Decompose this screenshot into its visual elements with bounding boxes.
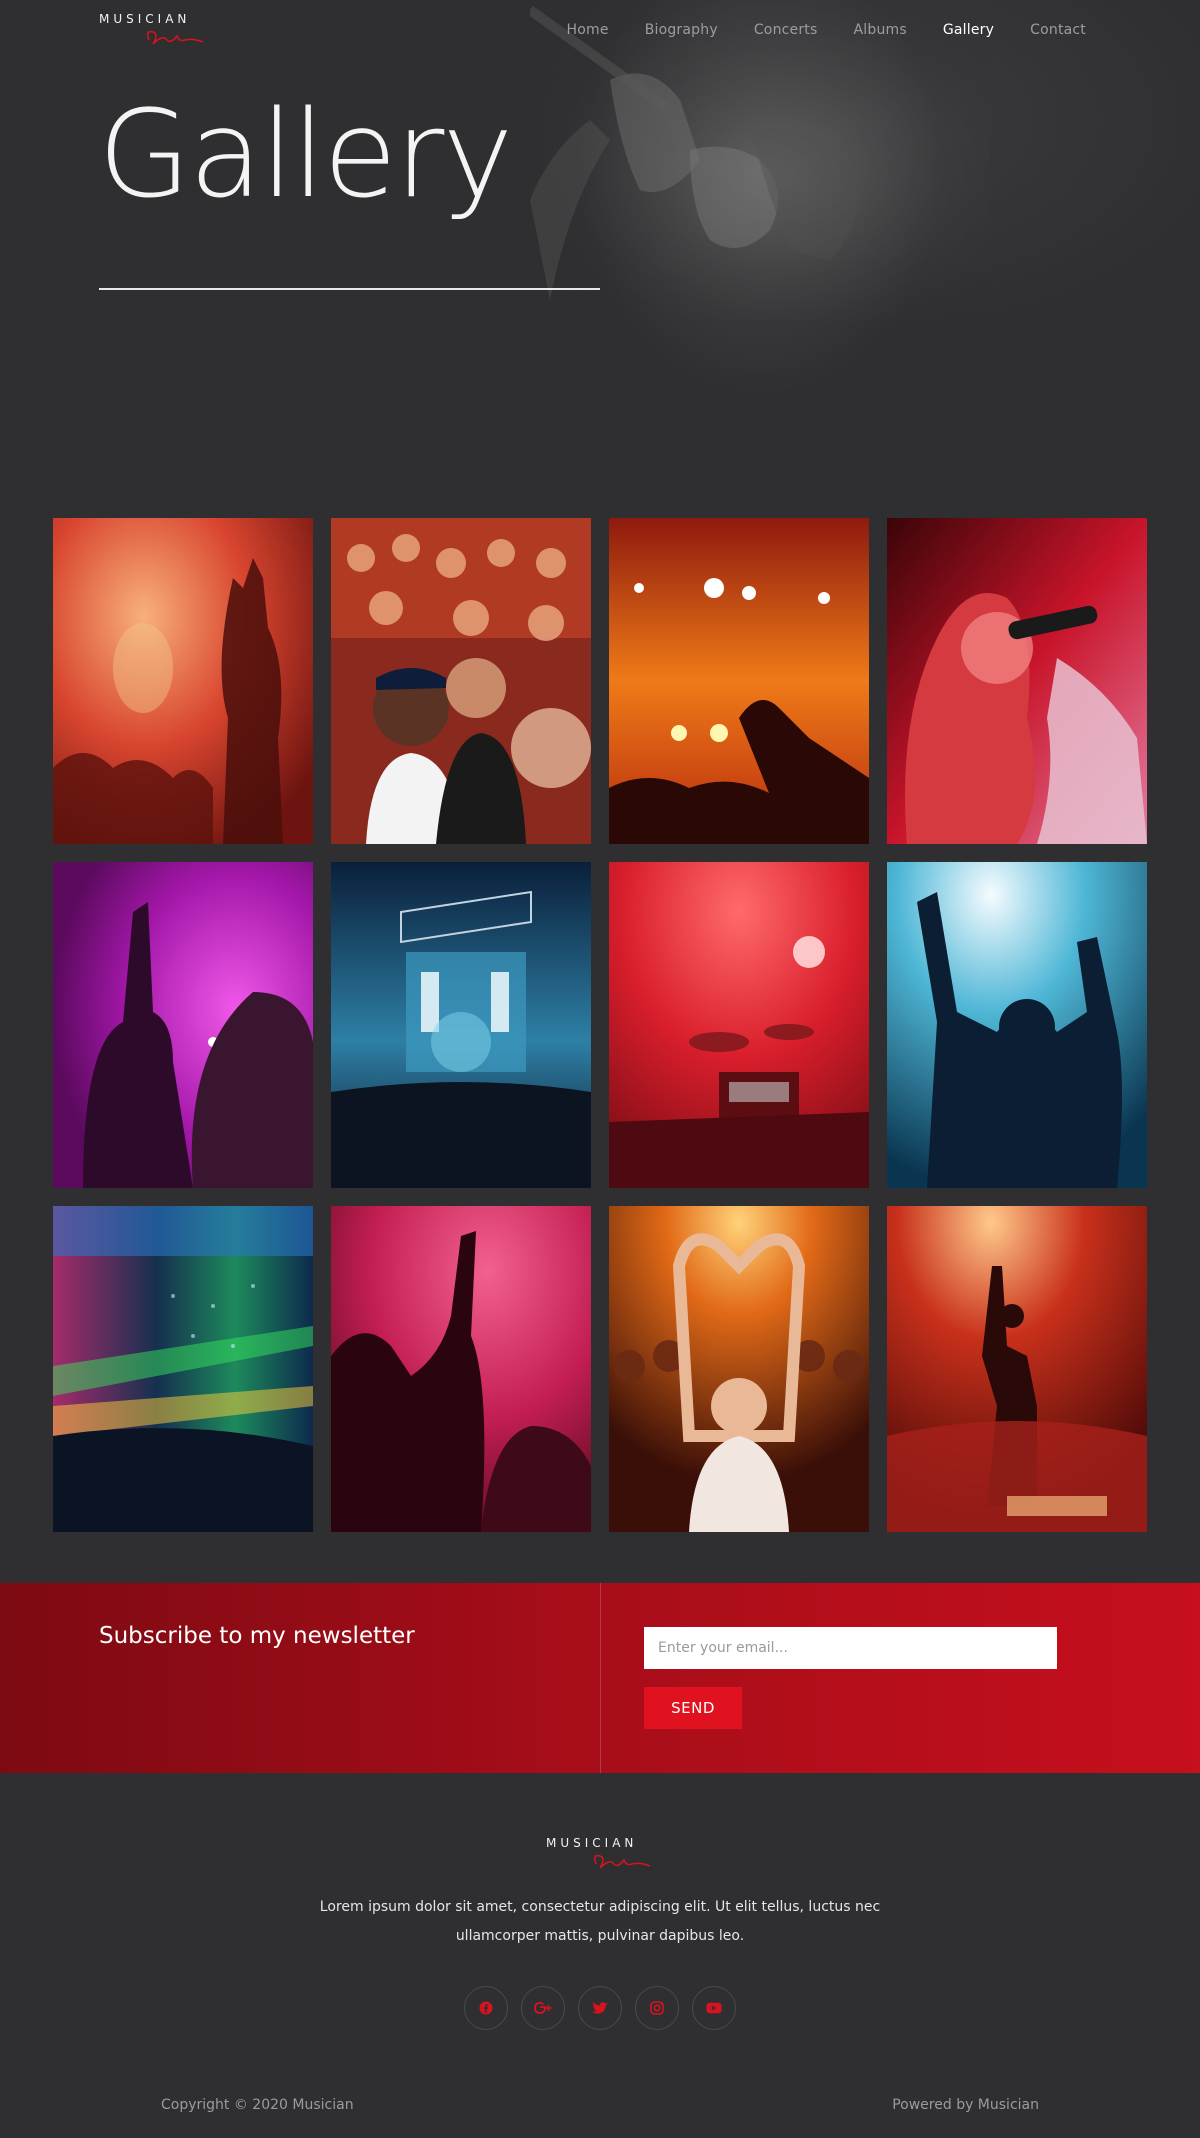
nav-gallery[interactable]: Gallery [943, 22, 994, 38]
footer-logo-signature-icon [593, 1854, 651, 1869]
email-input[interactable] [644, 1627, 1057, 1669]
hero-singer-image [530, 0, 990, 320]
social-links [464, 1986, 749, 2030]
newsletter-section: Subscribe to my newsletter SEND [0, 1583, 1200, 1773]
google-plus-icon [534, 2002, 552, 2014]
gallery-image-crowd-orange-hands[interactable] [53, 518, 313, 844]
gallery-image-crowd-magenta-hand[interactable] [53, 862, 313, 1188]
header-logo[interactable]: MUSICIAN [99, 12, 219, 52]
nav-contact[interactable]: Contact [1030, 22, 1086, 38]
send-button[interactable]: SEND [644, 1687, 742, 1729]
instagram-icon [650, 2001, 664, 2015]
gallery-image-blue-stage-festival[interactable] [331, 862, 591, 1188]
hero-section: MUSICIAN Home Biography Concerts Albums … [0, 0, 1200, 470]
footer-description: Lorem ipsum dolor sit amet, consectetur … [319, 1899, 881, 1944]
gallery-image-red-drum-kit-stage[interactable] [609, 862, 869, 1188]
copyright-text: Copyright © 2020 Musician [161, 2097, 354, 2113]
footer-logo[interactable]: MUSICIAN [546, 1836, 666, 1876]
gallery-image-stage-lights-hand[interactable] [609, 518, 869, 844]
gallery-image-colorful-laser-crowd[interactable] [53, 1206, 313, 1532]
newsletter-divider [600, 1583, 601, 1773]
gallery-image-girl-heart-hands[interactable] [609, 1206, 869, 1532]
google-plus-link[interactable] [521, 1986, 565, 2030]
main-nav: Home Biography Concerts Albums Gallery C… [531, 22, 1086, 38]
nav-albums[interactable]: Albums [854, 22, 907, 38]
gallery-image-singer-red-microphone[interactable] [887, 518, 1147, 844]
twitter-icon [592, 2001, 608, 2014]
youtube-icon [706, 2002, 722, 2014]
footer-logo-text: MUSICIAN [546, 1836, 638, 1850]
instagram-link[interactable] [635, 1986, 679, 2030]
facebook-link[interactable] [464, 1986, 508, 2030]
gallery-image-performer-red-stage[interactable] [887, 1206, 1147, 1532]
youtube-link[interactable] [692, 1986, 736, 2030]
nav-concerts[interactable]: Concerts [754, 22, 818, 38]
page-title: Gallery [98, 86, 513, 225]
logo-signature-icon [146, 30, 204, 45]
nav-biography[interactable]: Biography [645, 22, 718, 38]
gallery-image-blue-raised-hands[interactable] [887, 862, 1147, 1188]
gallery-image-pink-crowd-dancing[interactable] [331, 1206, 591, 1532]
gallery-grid [53, 518, 1147, 1532]
title-underline [99, 288, 600, 290]
facebook-icon [479, 2001, 493, 2015]
twitter-link[interactable] [578, 1986, 622, 2030]
gallery-image-crowd-cheering-fans[interactable] [331, 518, 591, 844]
nav-home[interactable]: Home [567, 22, 609, 38]
newsletter-title: Subscribe to my newsletter [99, 1623, 415, 1649]
powered-by-text: Powered by Musician [892, 2097, 1039, 2113]
logo-text: MUSICIAN [99, 12, 191, 26]
page: MUSICIAN Home Biography Concerts Albums … [0, 0, 1200, 2138]
